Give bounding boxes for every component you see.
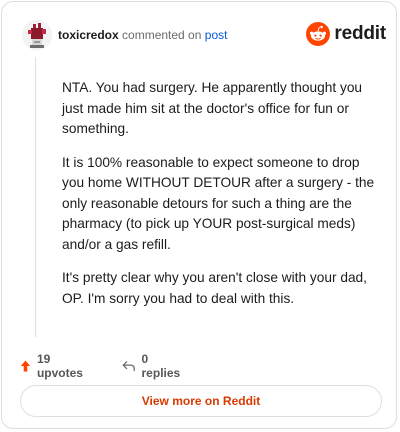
reply-count: 0 replies	[141, 352, 181, 380]
comment-paragraph: It's pretty clear why you aren't close w…	[62, 270, 367, 306]
username[interactable]: toxicredox	[58, 28, 119, 42]
replies-button[interactable]: 0 replies	[122, 352, 183, 380]
action-text: commented on	[122, 28, 202, 42]
view-more-button[interactable]: View more on Reddit	[20, 385, 382, 417]
comment-body: NTA. You had surgery. He apparently thou…	[62, 78, 380, 322]
reddit-logo-icon	[306, 22, 331, 46]
comment-paragraph: It is 100% reasonable to expect someone …	[62, 154, 375, 252]
upvote-count: 19 upvotes	[36, 352, 83, 380]
reddit-brand[interactable]: reddit	[306, 21, 386, 47]
reply-arrow-icon	[122, 361, 135, 372]
byline: toxicredox commented on post	[58, 28, 227, 42]
upvote-arrow-icon	[20, 360, 31, 372]
thread-line	[35, 57, 36, 337]
brand-name: reddit	[334, 23, 386, 44]
comment-paragraph: NTA. You had surgery. He apparently thou…	[62, 80, 363, 136]
avatar[interactable]	[22, 20, 52, 50]
post-link[interactable]: post	[205, 28, 228, 42]
upvote-button[interactable]: 19 upvotes	[20, 352, 86, 380]
comment-header: toxicredox commented on post reddit	[22, 20, 386, 50]
comment-embed-card: toxicredox commented on post reddit NTA.…	[1, 1, 397, 429]
